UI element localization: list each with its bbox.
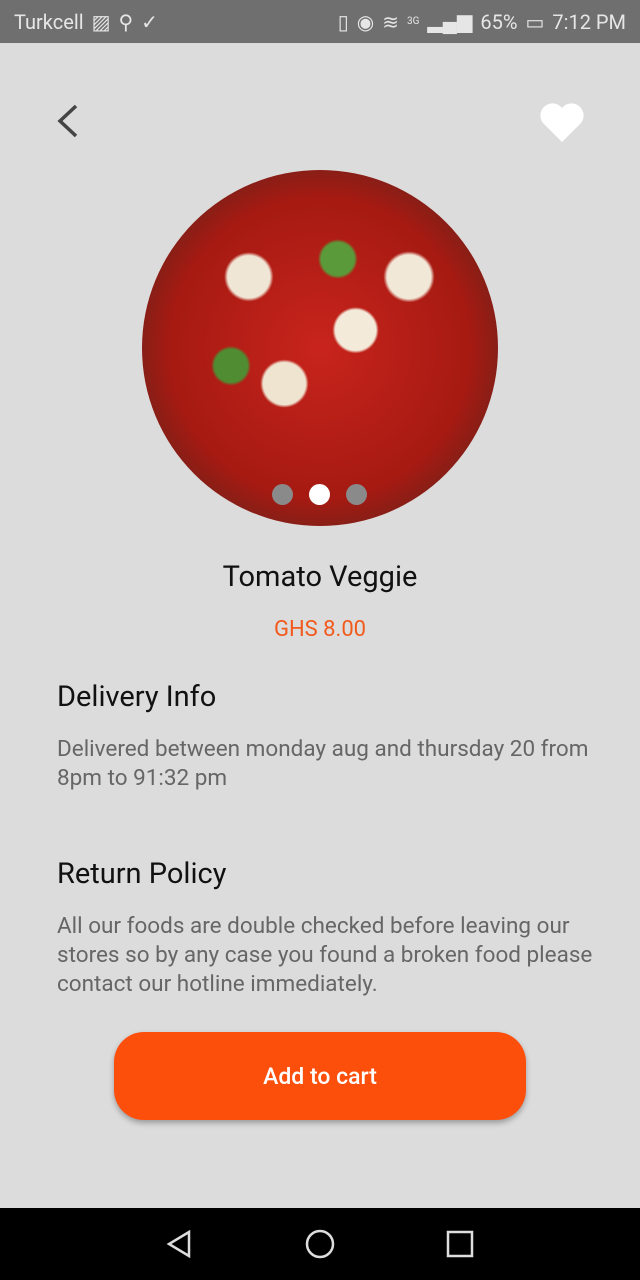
carrier: Turkcell — [14, 9, 84, 34]
back-icon[interactable] — [50, 100, 86, 142]
location-icon: ⚲ — [118, 9, 134, 34]
product-image[interactable] — [142, 170, 498, 526]
delivery-text: Delivered between monday aug and thursda… — [57, 736, 589, 791]
delivery-heading: Delivery Info — [57, 680, 217, 714]
favorite-heart-icon[interactable] — [538, 100, 586, 144]
pager-dot-1[interactable] — [272, 484, 293, 505]
add-to-cart-button[interactable]: Add to cart — [114, 1032, 526, 1120]
eye-icon: ◉ — [356, 9, 375, 34]
activity-icon: ▨ — [91, 9, 111, 34]
product-name: Tomato Veggie — [222, 560, 418, 594]
status-bar: Turkcell ▨ ⚲ ✓ ▯ ◉ ≋ 3G ▂▄▆ 65% ▭ 7:12 PM — [0, 0, 640, 43]
signal-icon: ▂▄▆ — [427, 9, 473, 33]
nav-recents-icon[interactable] — [445, 1229, 475, 1259]
vibrate-icon: ▯ — [337, 9, 349, 34]
pager-dot-3[interactable] — [346, 484, 367, 505]
pager-dot-2[interactable] — [309, 484, 330, 505]
network-type: 3G — [406, 16, 420, 27]
clock: 7:12 PM — [552, 9, 626, 34]
battery-percent: 65% — [480, 9, 518, 34]
system-nav-bar — [0, 1208, 640, 1280]
return-text: All our foods are double checked before … — [57, 913, 593, 997]
check-icon: ✓ — [141, 9, 158, 34]
nav-back-icon[interactable] — [165, 1229, 195, 1259]
nav-home-icon[interactable] — [304, 1228, 336, 1260]
image-pager — [272, 484, 367, 505]
return-heading: Return Policy — [57, 857, 227, 891]
wifi-icon: ≋ — [382, 9, 399, 34]
product-price: GHS 8.00 — [273, 617, 367, 642]
battery-icon: ▭ — [525, 9, 545, 34]
